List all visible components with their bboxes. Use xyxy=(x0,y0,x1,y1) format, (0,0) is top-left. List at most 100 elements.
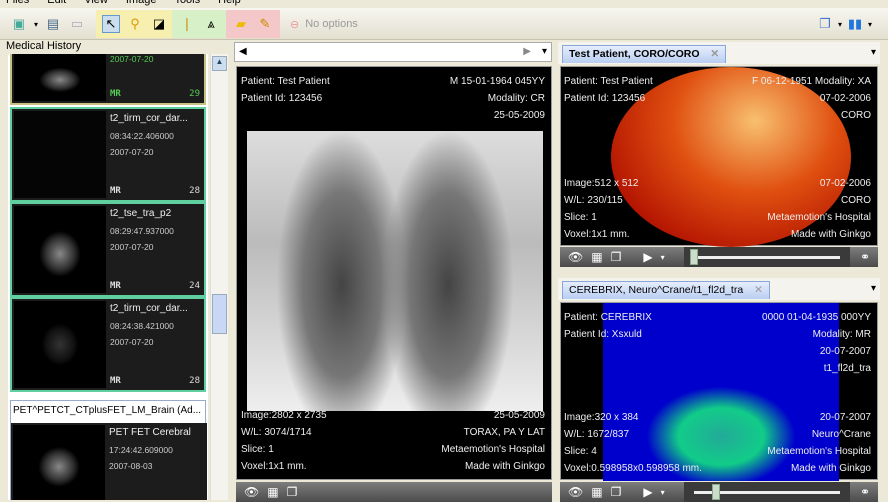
pointer-icon[interactable]: ↖ xyxy=(102,15,120,33)
scroll-thumb[interactable] xyxy=(212,294,227,334)
link-icon[interactable]: ⚭ xyxy=(860,250,870,264)
windows-icon[interactable]: ❐ xyxy=(287,485,298,499)
series-modality: MR xyxy=(110,89,121,99)
scrollbar[interactable]: ▲ xyxy=(210,54,228,500)
series-date: 2007-07-20 xyxy=(110,54,154,64)
center-tab-strip: ◀ ▶ ▾ xyxy=(234,42,552,62)
series-count: 29 xyxy=(189,89,200,99)
scroll-right-icon[interactable]: ▶ xyxy=(523,46,531,57)
close-icon[interactable]: ✕ xyxy=(754,284,763,296)
top-right-tab-strip: Test Patient, CORO/CORO ✕ ▾ xyxy=(558,42,880,64)
series-modality: MR xyxy=(110,376,121,386)
series-date: 2007-07-20 xyxy=(110,337,154,347)
panel-title: Medical History xyxy=(6,40,82,52)
edit-annotation-icon[interactable]: ✎ xyxy=(256,15,274,33)
bottom-right-viewer[interactable]: Patient: CEREBRIX Patient Id: Xsxuld 0000… xyxy=(560,302,878,481)
menu-view[interactable]: View xyxy=(84,0,108,8)
dropdown-arrow-icon[interactable]: ▾ xyxy=(868,20,872,29)
zoom-icon[interactable]: ⚲ xyxy=(126,15,144,33)
note-icon[interactable]: ▰ xyxy=(232,15,250,33)
eye-icon[interactable]: 👁 xyxy=(568,250,583,264)
center-viewer[interactable]: Patient: Test Patient Patient Id: 123456 … xyxy=(236,66,552,480)
play-icon[interactable]: ▶ xyxy=(643,250,652,264)
series-title: t2_tirm_cor_dar... xyxy=(110,303,188,314)
menu-edit[interactable]: Edit xyxy=(47,0,66,8)
series-list: 2007-07-20 MR 29 t2_tirm_cor_dar... 08:3… xyxy=(8,54,208,500)
no-options-icon: ⊖ xyxy=(290,18,300,31)
scroll-left-icon[interactable]: ◀ xyxy=(239,46,247,57)
save-icon[interactable]: ▭ xyxy=(68,15,86,33)
bottom-right-viewer-toolbar: 👁 ▦ ❐ ▶ ▾ ⚭ xyxy=(560,482,878,502)
tab-menu-icon[interactable]: ▾ xyxy=(871,47,876,58)
grid-layout-icon[interactable]: ▦ xyxy=(591,250,602,264)
series-count: 28 xyxy=(189,376,200,386)
slider-thumb[interactable] xyxy=(690,249,698,265)
series-thumbnail xyxy=(14,54,106,101)
open-image-icon[interactable]: ▣ xyxy=(10,15,28,33)
dropdown-arrow-icon[interactable]: ▾ xyxy=(34,20,38,29)
overlay-bottom-right: 07-02-2006 CORO Metaemotion's Hospital Made… xyxy=(767,178,871,240)
series-thumbnail xyxy=(13,425,105,500)
dropdown-arrow-icon[interactable]: ▾ xyxy=(838,20,842,29)
list-item[interactable]: t2_tirm_cor_dar... 08:34:22.406000 2007-… xyxy=(10,107,206,202)
eye-icon[interactable]: 👁 xyxy=(244,485,259,499)
windows-icon[interactable]: ❐ xyxy=(816,15,834,33)
series-modality: MR xyxy=(110,281,121,291)
layout-icon[interactable]: ▮▮ xyxy=(846,15,864,33)
series-modality: MR xyxy=(110,186,121,196)
ruler-icon[interactable]: ❘ xyxy=(178,15,196,33)
series-date: 2007-07-20 xyxy=(110,242,154,252)
tab-cerebrix[interactable]: CEREBRIX, Neuro^Crane/t1_fl2d_tra ✕ xyxy=(562,281,770,299)
list-item[interactable]: t2_tse_tra_p2 08:29:47.937000 2007-07-20… xyxy=(10,202,206,297)
acquire-icon[interactable]: ▤ xyxy=(44,15,62,33)
menu-image[interactable]: Image xyxy=(126,0,157,8)
slider-thumb[interactable] xyxy=(711,484,720,500)
angle-icon[interactable]: ⩓ xyxy=(202,15,220,33)
series-count: 24 xyxy=(189,281,200,291)
slice-slider[interactable] xyxy=(684,247,850,267)
menu-help[interactable]: Help xyxy=(218,0,241,8)
center-viewer-toolbar: 👁 ▦ ❐ xyxy=(236,482,552,502)
overlay-bottom-right: 25-05-2009 TORAX, PA Y LAT Metaemotion's H… xyxy=(441,410,545,472)
series-date: 2007-07-20 xyxy=(110,147,154,157)
no-options: ⊖ No options xyxy=(284,10,364,38)
tab-menu-icon[interactable]: ▾ xyxy=(542,46,547,57)
list-item[interactable]: 2007-07-20 MR 29 xyxy=(10,54,206,105)
study-title[interactable]: PET^PETCT_CTplusFET_LM_Brain (Ad... xyxy=(13,405,201,416)
tab-menu-icon[interactable]: ▾ xyxy=(871,283,876,294)
xray-image xyxy=(247,131,543,411)
menu-tools[interactable]: Tools xyxy=(174,0,200,8)
scroll-up-icon[interactable]: ▲ xyxy=(212,56,227,71)
top-right-viewer[interactable]: Patient: Test Patient Patient Id: 123456 … xyxy=(560,66,878,247)
windows-icon[interactable]: ❐ xyxy=(611,250,622,264)
series-count: 28 xyxy=(189,186,200,196)
list-item[interactable]: t2_tirm_cor_dar... 08:24:38.421000 2007-… xyxy=(10,297,206,392)
list-item[interactable]: PET FET Cerebral 17:24:42.609000 2007-08… xyxy=(11,423,207,500)
slice-slider[interactable] xyxy=(684,482,850,502)
menu-files[interactable]: Files xyxy=(6,0,29,8)
link-icon[interactable]: ⚭ xyxy=(860,485,870,499)
series-thumbnail xyxy=(14,111,106,198)
dropdown-arrow-icon[interactable]: ▾ xyxy=(661,488,665,497)
tab-coro[interactable]: Test Patient, CORO/CORO ✕ xyxy=(562,45,727,63)
dropdown-arrow-icon[interactable]: ▾ xyxy=(661,253,665,262)
overlay-top-left: Patient: CEREBRIX Patient Id: Xsxuld xyxy=(564,312,652,340)
grid-layout-icon[interactable]: ▦ xyxy=(267,485,278,499)
series-title: t2_tse_tra_p2 xyxy=(110,208,172,219)
annotation-group: ▰ ✎ xyxy=(226,10,280,38)
windows-icon[interactable]: ❐ xyxy=(611,485,622,499)
bottom-right-tab-strip: CEREBRIX, Neuro^Crane/t1_fl2d_tra ✕ ▾ xyxy=(558,278,880,300)
grid-layout-icon[interactable]: ▦ xyxy=(591,485,602,499)
series-time: 08:29:47.937000 xyxy=(110,226,174,236)
overlay-top-left: Patient: Test Patient Patient Id: 123456 xyxy=(241,76,330,104)
close-icon[interactable]: ✕ xyxy=(710,48,719,60)
overlay-bottom-left: Image:2802 x 2735 W/L: 3074/1714 Slice: 1V… xyxy=(241,410,327,472)
overlay-top-right: 0000 01-04-1935 000YY Modality: MR 20-07-2… xyxy=(762,312,871,374)
layout-group: ❐ ▾ ▮▮ ▾ xyxy=(810,10,878,38)
play-icon[interactable]: ▶ xyxy=(643,485,652,499)
series-time: 08:24:38.421000 xyxy=(110,321,174,331)
series-date: 2007-08-03 xyxy=(109,461,153,471)
eye-icon[interactable]: 👁 xyxy=(568,485,583,499)
series-time: 08:34:22.406000 xyxy=(110,131,174,141)
window-level-icon[interactable]: ◪ xyxy=(150,15,168,33)
